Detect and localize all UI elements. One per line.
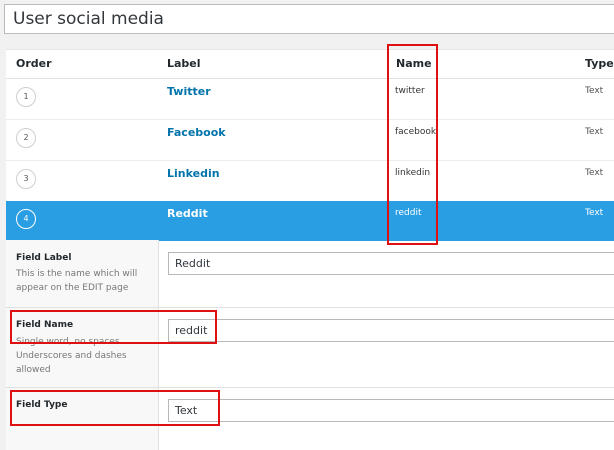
page-title-input[interactable]: User social media xyxy=(4,4,614,34)
field-settings: Field Label This is the name which will … xyxy=(6,240,614,450)
order-badge[interactable]: 3 xyxy=(16,169,36,189)
header-type: Type xyxy=(585,57,614,70)
field-label-desc: This is the name which will appear on th… xyxy=(16,269,138,293)
row-name: linkedin xyxy=(395,168,431,178)
row-type: Text xyxy=(585,86,604,96)
table-header: Order Label Name Type xyxy=(6,50,614,79)
order-badge[interactable]: 2 xyxy=(16,128,36,148)
field-name-setting: Field Name Single word, no spaces. Under… xyxy=(6,308,614,388)
header-order: Order xyxy=(16,57,52,70)
row-name: facebook xyxy=(395,127,437,137)
order-badge[interactable]: 1 xyxy=(16,87,36,107)
field-label-title: Field Label xyxy=(16,253,72,263)
field-type-select[interactable]: Text xyxy=(168,399,614,422)
row-label[interactable]: Facebook xyxy=(167,126,226,139)
row-name: twitter xyxy=(395,86,425,96)
table-row[interactable]: 1 Twitter twitter Text xyxy=(6,79,614,120)
header-name: Name xyxy=(396,57,432,70)
field-label-input[interactable]: Reddit xyxy=(168,252,614,275)
table-row-active[interactable]: 4 Reddit reddit Text xyxy=(6,201,614,241)
table-row[interactable]: 2 Facebook facebook Text xyxy=(6,120,614,161)
order-badge[interactable]: 4 xyxy=(16,209,36,229)
header-label: Label xyxy=(167,57,201,70)
field-name-desc: Single word, no spaces. Underscores and … xyxy=(16,337,127,375)
field-label-setting: Field Label This is the name which will … xyxy=(6,240,614,308)
row-label[interactable]: Reddit xyxy=(167,207,208,220)
row-type: Text xyxy=(585,168,604,178)
row-label[interactable]: Twitter xyxy=(167,85,211,98)
field-name-title: Field Name xyxy=(16,320,74,330)
row-name: reddit xyxy=(395,208,422,218)
field-type-setting: Field Type Text xyxy=(6,388,614,450)
field-type-title: Field Type xyxy=(16,400,68,410)
row-type: Text xyxy=(585,127,604,137)
fields-panel: Order Label Name Type 1 Twitter twitter … xyxy=(6,49,614,450)
row-label[interactable]: Linkedin xyxy=(167,167,220,180)
field-name-input[interactable]: reddit xyxy=(168,319,614,342)
table-row[interactable]: 3 Linkedin linkedin Text xyxy=(6,161,614,202)
row-type: Text xyxy=(585,208,604,218)
